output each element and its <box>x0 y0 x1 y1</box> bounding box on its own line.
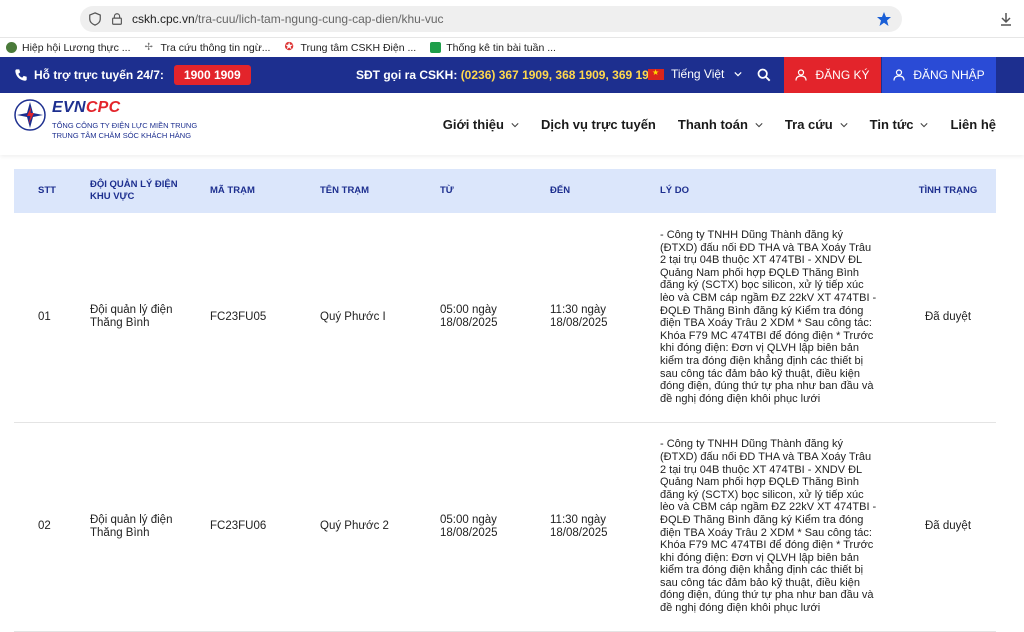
bookmark-star-icon[interactable] <box>876 11 892 27</box>
hotline-badge[interactable]: 1900 1909 <box>173 65 251 85</box>
login-label: ĐĂNG NHẬP <box>913 68 985 82</box>
top-info-bar: Hỗ trợ trực tuyến 24/7: 1900 1909 SĐT gọ… <box>0 57 1024 93</box>
url-path: /tra-cuu/lich-tam-ngung-cung-cap-dien/kh… <box>194 12 444 26</box>
bookmarks-bar: Hiệp hội Lương thực ... ✢ Tra cứu thông … <box>0 38 1024 57</box>
col-header-station-code: Mã trạm <box>210 185 255 196</box>
logo-cpc: CPC <box>85 99 121 116</box>
cell-reason: - Công ty TNHH Dũng Thành đăng ký (ĐTXD)… <box>654 422 886 632</box>
support-hotline: Hỗ trợ trực tuyến 24/7: 1900 1909 <box>14 65 251 85</box>
evn-logo-icon: ✪ <box>284 41 294 53</box>
nav-thanh-toan[interactable]: Thanh toán <box>678 117 763 132</box>
nav-label: Tin tức <box>869 117 914 132</box>
cell-team: Đội quản lý điện Thăng Bình <box>84 213 204 423</box>
cell-from: 05:00 ngày 18/08/2025 <box>434 422 544 632</box>
shield-icon[interactable] <box>88 12 102 26</box>
chevron-down-icon <box>840 122 848 127</box>
main-nav: Giới thiệu Dịch vụ trực tuyến Thanh toán… <box>421 117 996 132</box>
nav-tra-cuu[interactable]: Tra cứu <box>785 117 848 132</box>
col-header-station-name: Tên trạm <box>320 185 370 196</box>
logo-subtitle-2: TRUNG TÂM CHĂM SÓC KHÁCH HÀNG <box>52 131 192 140</box>
nav-label: Liên hệ <box>950 117 996 132</box>
login-button[interactable]: ĐĂNG NHẬP <box>882 57 996 93</box>
cell-team: Đội quản lý điện Thăng Bình <box>84 422 204 632</box>
cell-station-name: Quý Phước 2 <box>314 422 434 632</box>
cell-from: 05:00 ngày 18/08/2025 <box>434 213 544 423</box>
cell-to: 11:30 ngày 18/08/2025 <box>544 422 654 632</box>
bookmark-item[interactable]: ✢ Tra cứu thông tin ngừ... <box>145 42 271 54</box>
cell-status: Đã duyệt <box>886 213 996 423</box>
register-label: ĐĂNG KÝ <box>815 68 870 82</box>
col-header-reason: Lý do <box>660 185 690 196</box>
col-header-from: Từ <box>440 185 454 196</box>
col-header-status: Tình trạng <box>918 185 978 196</box>
user-icon <box>893 69 905 81</box>
search-icon[interactable] <box>757 68 771 82</box>
cell-reason: - Công ty TNHH Dũng Thành đăng ký (ĐTXD)… <box>654 213 886 423</box>
logo-evn: EVN <box>52 99 86 116</box>
bookmark-label: Hiệp hội Lương thực ... <box>22 41 131 54</box>
language-selector[interactable]: Tiếng Việt <box>648 67 742 81</box>
cell-station-code: FC23FU06 <box>204 422 314 632</box>
table-row: 01 Đội quản lý điện Thăng Bình FC23FU05 … <box>14 213 996 423</box>
phone-icon <box>15 69 27 81</box>
evncpc-logo[interactable]: EVNCPC TỔNG CÔNG TY ĐIỆN LỰC MIỀN TRUNG … <box>14 99 197 141</box>
url-host: cskh.cpc.vn <box>132 12 195 26</box>
bookmark-item[interactable]: ✪ Trung tâm CSKH Điện ... <box>284 42 416 54</box>
chevron-down-icon <box>734 71 742 77</box>
nav-label: Tra cứu <box>784 117 833 132</box>
nav-gioi-thieu[interactable]: Giới thiệu <box>443 117 519 132</box>
col-header-team: Đội quản lý điện khu vực <box>90 179 178 202</box>
evn-logo-icon <box>14 99 46 131</box>
user-icon <box>795 69 808 81</box>
nav-label: Giới thiệu <box>442 117 504 132</box>
sheets-icon <box>430 42 442 53</box>
cskh-numbers: (0236) 367 1909, 368 1909, 369 1909 <box>460 68 663 82</box>
site-header: EVNCPC TỔNG CÔNG TY ĐIỆN LỰC MIỀN TRUNG … <box>0 93 1024 155</box>
bookmark-item[interactable]: Hiệp hội Lương thực ... <box>6 42 131 54</box>
bookmark-item[interactable]: Thống kê tin bài tuần ... <box>430 42 556 54</box>
bookmark-label: Trung tâm CSKH Điện ... <box>300 41 417 54</box>
table-row: 02 Đội quản lý điện Thăng Bình FC23FU06 … <box>14 422 996 632</box>
logo-subtitle-1: TỔNG CÔNG TY ĐIỆN LỰC MIỀN TRUNG <box>52 121 198 130</box>
register-button[interactable]: ĐĂNG KÝ <box>784 57 881 93</box>
cell-to: 11:30 ngày 18/08/2025 <box>544 213 654 423</box>
browser-toolbar: cskh.cpc.vn/tra-cuu/lich-tam-ngung-cung-… <box>0 0 1024 38</box>
nav-tin-tuc[interactable]: Tin tức <box>870 117 929 132</box>
nav-label: Thanh toán <box>677 117 748 132</box>
bookmark-label: Tra cứu thông tin ngừ... <box>160 41 271 54</box>
puzzle-icon: ✢ <box>144 42 153 53</box>
cell-status: Đã duyệt <box>886 422 996 632</box>
chevron-down-icon <box>511 122 519 127</box>
language-label: Tiếng Việt <box>671 67 725 81</box>
table-header-row: STT Đội quản lý điện khu vực Mã trạm Tên… <box>14 169 996 213</box>
cell-station-code: FC23FU05 <box>204 213 314 423</box>
address-bar[interactable]: cskh.cpc.vn/tra-cuu/lich-tam-ngung-cung-… <box>80 6 902 32</box>
download-icon[interactable] <box>998 11 1014 27</box>
nav-label: Dịch vụ trực tuyến <box>540 117 656 132</box>
vietnam-flag-icon <box>648 68 664 80</box>
cskh-label: SĐT gọi ra CSKH: <box>356 68 458 82</box>
col-header-stt: STT <box>38 185 56 196</box>
nav-lien-he[interactable]: Liên hệ <box>950 117 996 132</box>
col-header-to: Đến <box>550 185 571 196</box>
nav-dich-vu-truc-tuyen[interactable]: Dịch vụ trực tuyến <box>541 117 656 132</box>
globe-icon <box>6 42 17 53</box>
cskh-phones: SĐT gọi ra CSKH: (0236) 367 1909, 368 19… <box>356 68 662 82</box>
site-info-icon[interactable] <box>110 12 124 26</box>
cell-stt: 02 <box>14 422 84 632</box>
cell-station-name: Quý Phước I <box>314 213 434 423</box>
bookmark-label: Thống kê tin bài tuần ... <box>446 41 556 54</box>
support-label: Hỗ trợ trực tuyến 24/7: <box>34 68 164 82</box>
cell-stt: 01 <box>14 213 84 423</box>
chevron-down-icon <box>920 122 929 127</box>
outage-schedule-table: STT Đội quản lý điện khu vực Mã trạm Tên… <box>14 169 996 632</box>
chevron-down-icon <box>755 122 763 127</box>
